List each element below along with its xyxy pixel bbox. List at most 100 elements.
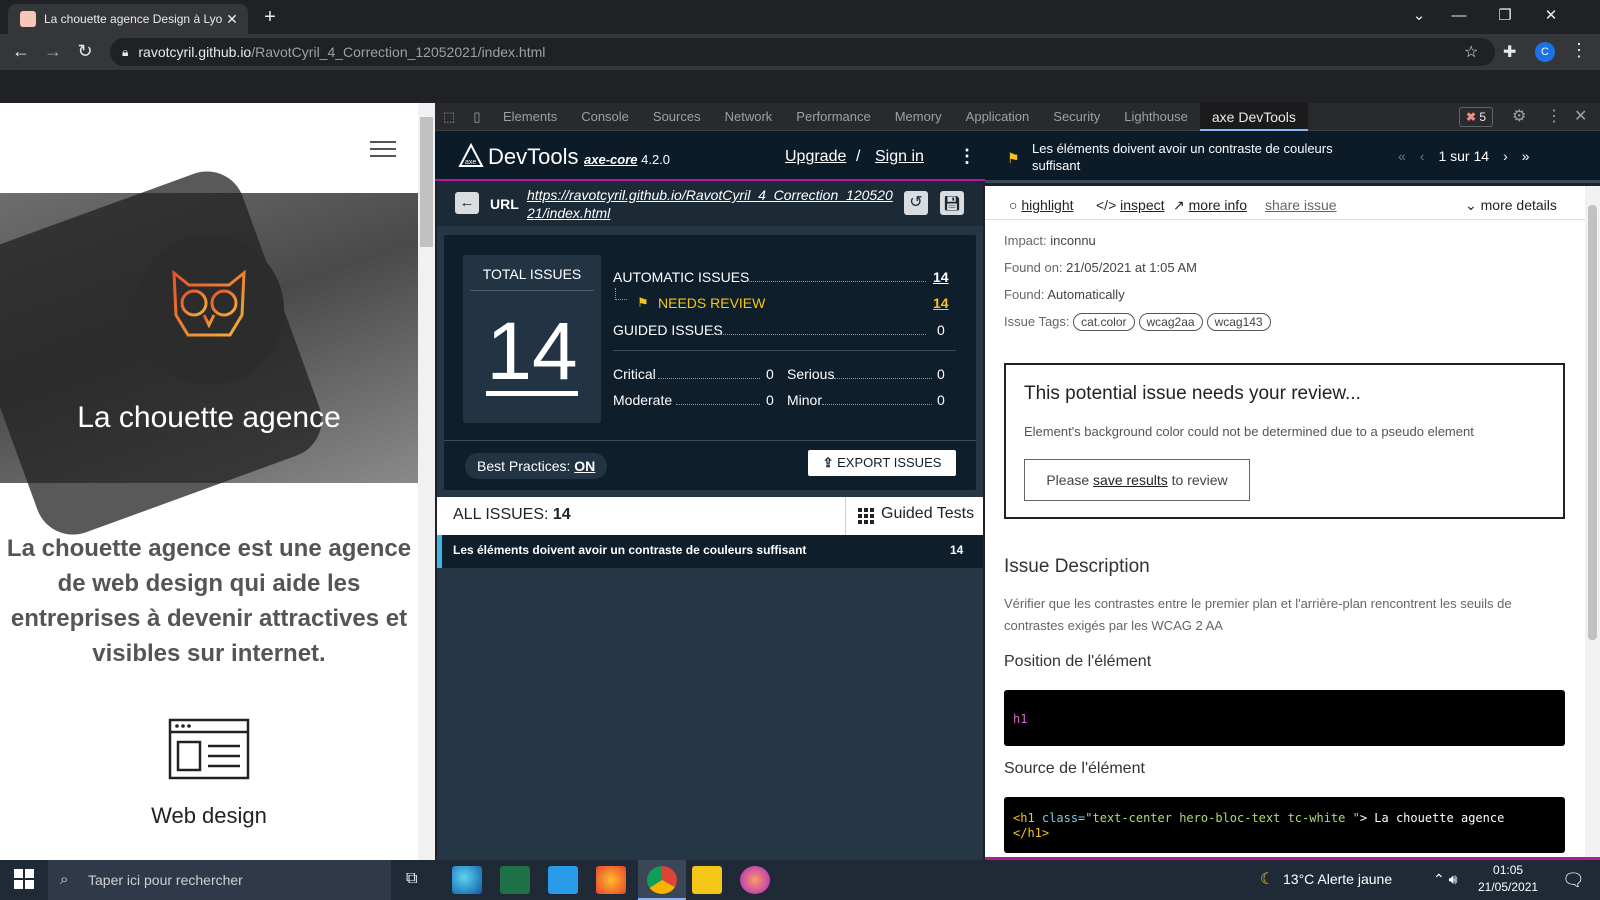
more-info-label[interactable]: more info (1189, 197, 1247, 213)
highlight-action[interactable]: ○ highlight (1009, 197, 1074, 213)
minimize-button[interactable]: — (1436, 0, 1482, 34)
url-label: URL (490, 196, 519, 212)
tab-title: La chouette agence Design à Lyo (44, 12, 223, 26)
weather-text[interactable]: 13°C Alerte jaune (1283, 871, 1392, 887)
code-value: "text-center hero-bloc-text tc-white " (1085, 811, 1360, 825)
close-window-button[interactable]: ✕ (1528, 0, 1574, 34)
tab-network[interactable]: Network (713, 103, 785, 131)
inspect-label[interactable]: inspect (1120, 197, 1164, 213)
extensions-icon[interactable]: ✚ (1503, 42, 1516, 62)
minor-label: Minor (787, 392, 823, 408)
hamburger-menu-icon[interactable] (370, 141, 396, 157)
rescan-icon[interactable]: ↺ (904, 191, 928, 215)
system-tray-icons[interactable]: ⌃ 🔊︎ (1433, 871, 1457, 888)
automatic-issues-label: AUTOMATIC ISSUES (613, 269, 750, 285)
grid-icon[interactable] (858, 508, 874, 524)
close-devtools-icon[interactable]: ✕ (1574, 106, 1587, 126)
windows-start-icon[interactable] (14, 869, 34, 889)
restore-button[interactable]: ❐ (1482, 0, 1528, 34)
highlight-label[interactable]: highlight (1021, 197, 1073, 213)
forward-icon[interactable]: → (40, 40, 66, 64)
external-link-icon: ↗ (1173, 197, 1185, 213)
more-info-action[interactable]: ↗ more info (1173, 197, 1247, 214)
axe-core-label[interactable]: axe-core (584, 152, 637, 167)
chrome-icon[interactable] (647, 866, 677, 894)
close-tab-icon[interactable]: ✕ (224, 11, 240, 28)
guided-issues-count: 0 (937, 322, 945, 338)
url-path: /RavotCyril_4_Correction_12052021/index.… (251, 44, 546, 60)
tab-memory[interactable]: Memory (883, 103, 954, 131)
reload-icon[interactable]: ↻ (72, 40, 98, 64)
prev-issue-icon[interactable]: ‹ (1420, 148, 1425, 164)
automatic-issues-count[interactable]: 14 (933, 269, 949, 285)
code-icon: </> (1096, 197, 1117, 213)
found-label: Found: (1004, 287, 1045, 302)
address-bar[interactable]: 🔒︎ ravotcyril.github.io/RavotCyril_4_Cor… (110, 38, 1495, 66)
taskbar-search-box[interactable]: Taper ici pour rechercher (48, 860, 391, 900)
issue-pager: « ‹ 1 sur 14 › » (1398, 148, 1530, 164)
bookmark-star-icon[interactable]: ☆ (1464, 42, 1478, 62)
share-issue-link[interactable]: share issue (1265, 197, 1337, 213)
scanned-url-link[interactable]: https://ravotcyril.github.io/RavotCyril_… (527, 186, 897, 222)
more-details-toggle[interactable]: ⌄ more details (1465, 197, 1557, 214)
edge-icon[interactable] (452, 866, 482, 894)
app-drop-icon[interactable] (740, 866, 770, 894)
tab-lighthouse[interactable]: Lighthouse (1112, 103, 1200, 131)
axe-menu-icon[interactable]: ⋮ (958, 146, 976, 167)
task-view-icon[interactable]: ⧉ (406, 870, 417, 888)
total-issues-value[interactable]: 14 (486, 311, 578, 396)
vscode-icon[interactable] (548, 866, 578, 894)
devtools-menu-icon[interactable]: ⋮ (1546, 106, 1562, 126)
first-issue-icon[interactable]: « (1398, 148, 1406, 164)
tab-elements[interactable]: Elements (491, 103, 569, 131)
inspect-action[interactable]: </> inspect (1096, 197, 1165, 213)
element-position-selector[interactable]: h1 (1013, 712, 1027, 726)
tab-sources[interactable]: Sources (641, 103, 713, 131)
detail-scrollbar-thumb[interactable] (1588, 205, 1597, 640)
file-explorer-icon[interactable] (692, 866, 722, 894)
sheets-icon[interactable] (500, 866, 530, 894)
best-practices-toggle[interactable]: Best Practices: ON (465, 453, 608, 479)
new-tab-button[interactable]: + (258, 6, 282, 30)
total-issues-count[interactable]: 14 (463, 305, 601, 399)
back-arrow-icon[interactable]: ← (455, 192, 479, 214)
browser-tab[interactable]: La chouette agence Design à Lyo ✕ (8, 4, 248, 34)
review-text: Element's background color could not be … (1024, 424, 1474, 439)
tab-performance[interactable]: Performance (784, 103, 882, 131)
export-issues-button[interactable]: ⇪ EXPORT ISSUES (808, 450, 956, 476)
back-icon[interactable]: ← (8, 40, 34, 64)
tab-security[interactable]: Security (1041, 103, 1112, 131)
save-results-link[interactable]: save results (1093, 472, 1168, 488)
tab-console[interactable]: Console (569, 103, 641, 131)
more-details-label: more details (1480, 197, 1557, 213)
device-toolbar-icon[interactable]: ▯ (463, 109, 491, 125)
settings-gear-icon[interactable]: ⚙ (1512, 106, 1526, 126)
best-practices-value[interactable]: ON (574, 458, 595, 474)
notification-icon[interactable]: 🗨︎ (1562, 870, 1585, 891)
devtools-tabbar: ⬚ ▯ Elements Console Sources Network Per… (435, 102, 1600, 131)
next-issue-icon[interactable]: › (1503, 148, 1508, 164)
best-practices-label: Best Practices: (477, 458, 571, 474)
highlight-icon: ○ (1009, 197, 1018, 213)
upgrade-link[interactable]: Upgrade (785, 148, 846, 166)
found-on-label: Found on: (1004, 260, 1063, 275)
needs-review-count[interactable]: 14 (933, 295, 949, 311)
flag-icon: ⚑ (637, 295, 649, 310)
chrome-menu-icon[interactable]: ⋮ (1570, 40, 1588, 61)
found-value: Automatically (1047, 287, 1125, 302)
profile-avatar[interactable]: C (1535, 42, 1555, 62)
firefox-icon[interactable] (596, 866, 626, 894)
taskbar-clock[interactable]: 01:05 21/05/2021 (1478, 862, 1538, 896)
issue-title[interactable]: Les éléments doivent avoir un contraste … (453, 543, 806, 557)
guided-tests-button[interactable]: Guided Tests (881, 505, 974, 523)
save-icon[interactable]: 💾︎ (940, 191, 964, 215)
last-issue-icon[interactable]: » (1522, 148, 1530, 164)
tab-application[interactable]: Application (954, 103, 1042, 131)
axe-logo-icon: axe (458, 143, 484, 167)
tab-axe-devtools[interactable]: axe DevTools (1199, 102, 1308, 131)
page-scrollbar-thumb[interactable] (420, 117, 433, 247)
sign-in-link[interactable]: Sign in (875, 148, 924, 166)
inspect-element-icon[interactable]: ⬚ (435, 109, 463, 125)
error-count-badge[interactable]: ✖ 5 (1459, 107, 1494, 127)
dot-leader (822, 404, 932, 405)
